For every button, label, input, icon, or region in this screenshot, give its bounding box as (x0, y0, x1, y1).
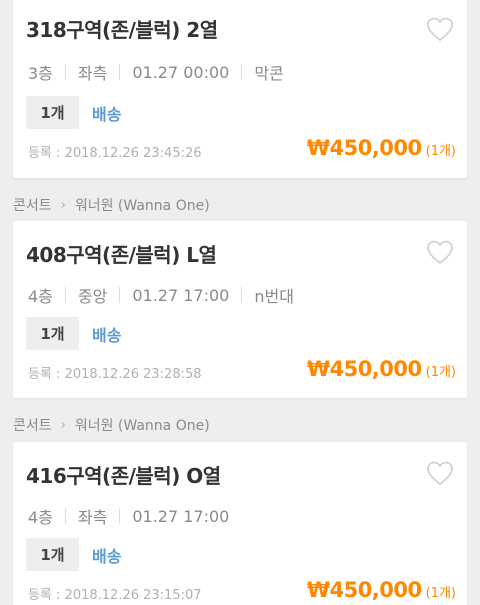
listing-tags: 1개 배송 (26, 96, 121, 129)
side-text: 좌측 (77, 508, 108, 527)
listing-meta: 3층 좌측 01.27 00:00 막콘 (28, 60, 284, 84)
listing-card[interactable]: 318구역(존/블럭) 2열 3층 좌측 01.27 00:00 막콘 1개 배… (13, 0, 467, 178)
listing-meta: 4층 좌측 01.27 17:00 (28, 504, 229, 528)
meta-divider (64, 64, 66, 80)
price: ₩450,000 (306, 357, 422, 381)
price-quantity: (1개) (425, 586, 456, 601)
heart-outline-icon[interactable] (426, 460, 454, 486)
listing-card[interactable]: 408구역(존/블럭) L열 4층 중앙 01.27 17:00 n번대 1개 … (13, 221, 467, 398)
extra-text: n번대 (254, 287, 294, 306)
meta-divider (241, 64, 243, 80)
registered-date: 등록 : 2018.12.26 23:28:58 (28, 367, 202, 382)
extra-text: 막콘 (254, 64, 284, 83)
listing-meta: 4층 중앙 01.27 17:00 n번대 (28, 283, 294, 307)
datetime-text: 01.27 17:00 (132, 506, 230, 526)
breadcrumb-event[interactable]: 워너원 (Wanna One) (75, 195, 210, 215)
registered-date: 등록 : 2018.12.26 23:45:26 (28, 146, 202, 161)
datetime-text: 01.27 00:00 (132, 62, 230, 82)
breadcrumb[interactable]: 콘서트 › 워너원 (Wanna One) (13, 195, 210, 215)
breadcrumb-category[interactable]: 콘서트 (13, 415, 52, 435)
meta-divider (119, 287, 121, 303)
floor-text: 4층 (28, 287, 53, 306)
listing-tags: 1개 배송 (26, 538, 121, 571)
heart-outline-icon[interactable] (426, 239, 454, 265)
side-text: 중앙 (77, 287, 108, 306)
price-block: ₩450,000 (1개) (307, 578, 456, 602)
listing-tags: 1개 배송 (26, 317, 121, 350)
breadcrumb-category[interactable]: 콘서트 (13, 195, 52, 215)
meta-divider (119, 508, 121, 524)
breadcrumb[interactable]: 콘서트 › 워너원 (Wanna One) (13, 415, 210, 435)
price: ₩450,000 (306, 136, 422, 160)
chevron-right-icon: › (60, 417, 66, 433)
meta-divider (119, 64, 121, 80)
delivery-tag: 배송 (92, 325, 122, 345)
meta-divider (64, 508, 66, 524)
listing-title: 318구역(존/블럭) 2열 (26, 18, 218, 42)
meta-divider (64, 287, 66, 303)
side-text: 좌측 (77, 64, 108, 83)
price-block: ₩450,000 (1개) (307, 136, 456, 160)
meta-divider (241, 287, 243, 303)
listing-title: 408구역(존/블럭) L열 (26, 243, 217, 267)
quantity-tag: 1개 (26, 96, 79, 129)
quantity-tag: 1개 (26, 317, 79, 350)
datetime-text: 01.27 17:00 (132, 285, 230, 305)
floor-text: 3층 (28, 64, 53, 83)
listing-card[interactable]: 416구역(존/블럭) O열 4층 좌측 01.27 17:00 1개 배송 등… (13, 442, 467, 605)
heart-outline-icon[interactable] (426, 16, 454, 42)
listing-title: 416구역(존/블럭) O열 (26, 464, 221, 488)
floor-text: 4층 (28, 508, 53, 527)
price-block: ₩450,000 (1개) (307, 357, 456, 381)
delivery-tag: 배송 (92, 546, 122, 566)
delivery-tag: 배송 (92, 104, 122, 124)
price-quantity: (1개) (425, 144, 456, 159)
price: ₩450,000 (306, 578, 422, 602)
breadcrumb-event[interactable]: 워너원 (Wanna One) (75, 415, 210, 435)
quantity-tag: 1개 (26, 538, 79, 571)
registered-date: 등록 : 2018.12.26 23:15:07 (28, 588, 202, 603)
chevron-right-icon: › (60, 197, 66, 213)
price-quantity: (1개) (425, 365, 456, 380)
